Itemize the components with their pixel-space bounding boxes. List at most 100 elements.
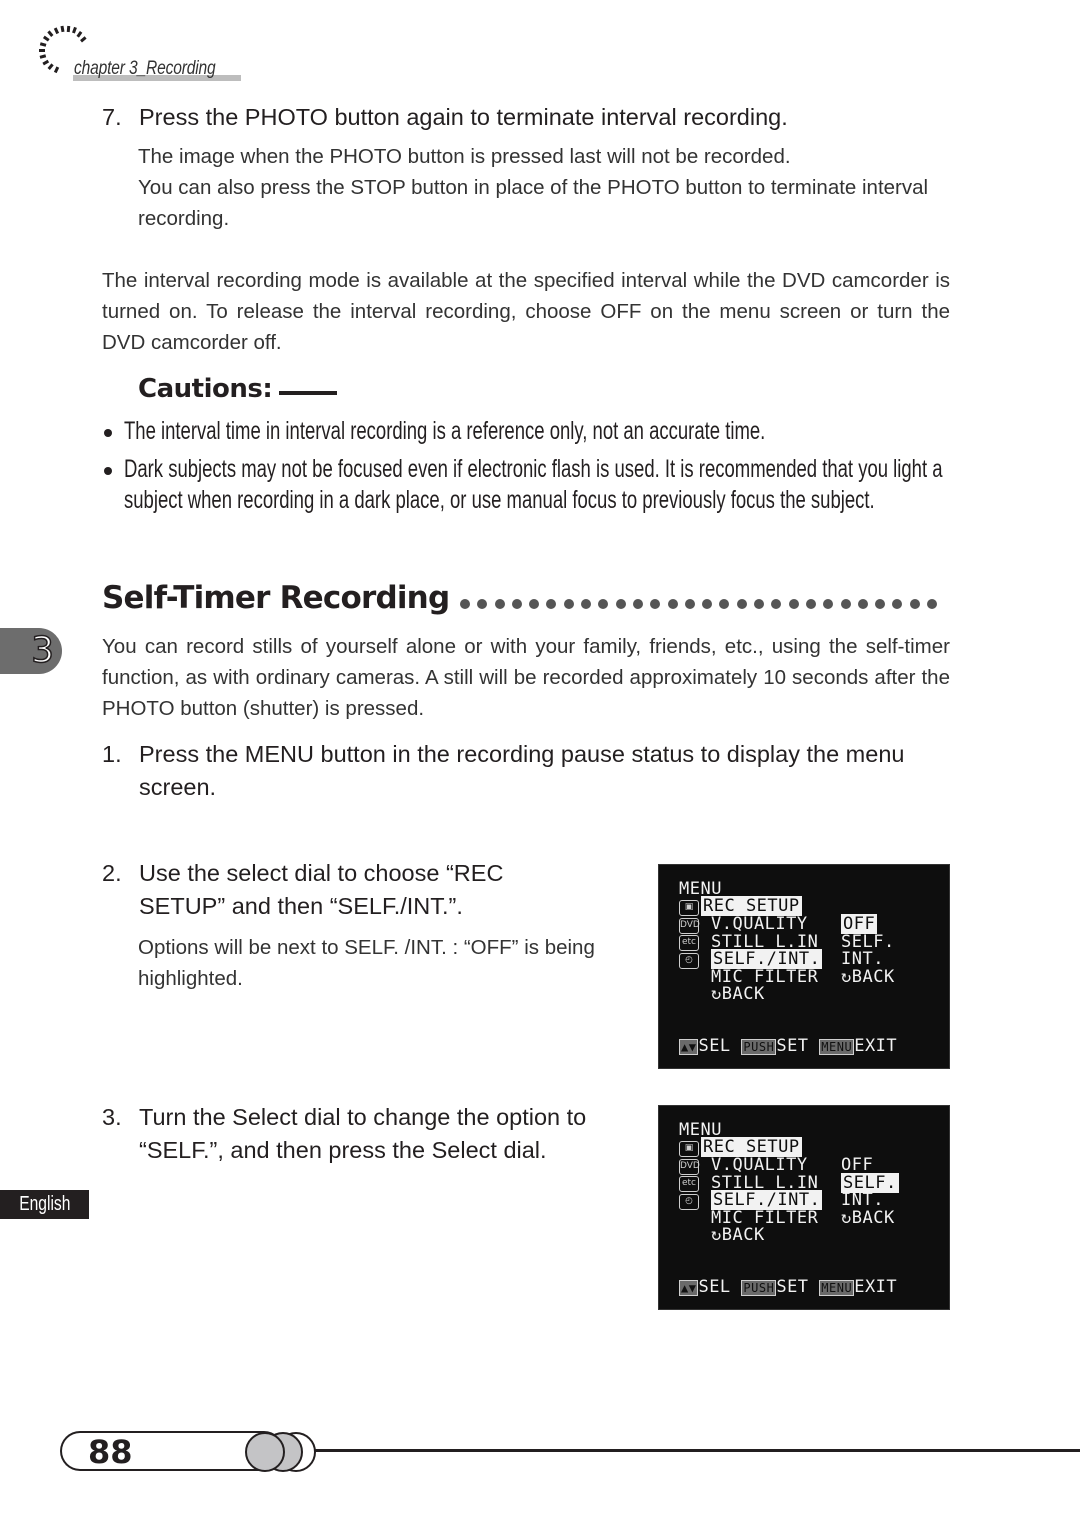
menu-item-label: ↻BACK xyxy=(711,1225,765,1246)
bullet-icon xyxy=(104,467,112,475)
menu-footer: ▲▼ SEL PUSH SET MENU EXIT xyxy=(679,1036,897,1057)
leader-dot xyxy=(598,599,609,609)
menu-option-label: ↻BACK xyxy=(841,1207,895,1228)
leader-dot xyxy=(875,599,886,609)
leader-dot xyxy=(719,599,730,609)
leader-dot xyxy=(840,599,851,609)
menu-item: ↻BACK xyxy=(711,986,765,1004)
dvd-icon: DVD xyxy=(679,917,700,934)
camera-icon: ▣ xyxy=(679,900,699,916)
step-1-heading: 1. Press the MENU button in the recordin… xyxy=(102,738,950,804)
menu-option: ↻BACK xyxy=(841,966,895,987)
leader-dot xyxy=(857,599,868,609)
chapter-label: chapter 3_Recording xyxy=(74,58,216,79)
step-3-heading: 3. Turn the Select dial to change the op… xyxy=(102,1101,632,1167)
leader-dot xyxy=(927,599,938,609)
menu-category: REC SETUP xyxy=(701,1137,802,1157)
menu-key-icon: MENU xyxy=(819,1280,855,1296)
clock-icon: ◴ xyxy=(679,1193,699,1210)
menu-option: OFF xyxy=(841,1155,874,1175)
leader-dot xyxy=(909,599,920,609)
push-key-icon: PUSH xyxy=(741,1280,777,1296)
step-heading-text: Use the select dial to choose “REC SETUP… xyxy=(139,860,504,919)
footer-circle-decoration xyxy=(245,1432,285,1472)
sel-label: SEL xyxy=(698,1036,731,1056)
leader-dot xyxy=(684,599,695,609)
section-title: Self-Timer Recording xyxy=(102,580,450,616)
leader-dot xyxy=(805,599,816,609)
menu-category-label: REC SETUP xyxy=(701,896,802,916)
caution-item: The interval time in interval recording … xyxy=(124,417,766,445)
caution-item-continued: subject when recording in a dark place, … xyxy=(124,486,875,514)
menu-screen-1: MENU ▣ DVD etc ◴ REC SETUP V.QUALITY STILL L.IN… xyxy=(658,864,950,1069)
menu-category-label: REC SETUP xyxy=(701,1137,802,1157)
leader-dot xyxy=(650,599,661,609)
step-7-heading: 7. Press the PHOTO button again to termi… xyxy=(102,101,962,134)
leader-dot xyxy=(494,599,505,609)
set-label: SET xyxy=(776,1277,809,1297)
up-down-key-icon: ▲▼ xyxy=(679,1039,699,1055)
leader-dot xyxy=(563,599,574,609)
menu-item: ↻BACK xyxy=(711,1227,765,1245)
step-heading-text: Press the PHOTO button again to terminat… xyxy=(139,104,788,130)
menu-item-label: ↻BACK xyxy=(711,984,765,1005)
step-number: 3. xyxy=(102,1104,122,1130)
leader-dot xyxy=(511,599,522,609)
step-number: 7. xyxy=(102,104,122,130)
leader-dot xyxy=(529,599,540,609)
footer-rule xyxy=(282,1449,1080,1452)
menu-option-label: ↻BACK xyxy=(841,966,895,987)
caution-item: Dark subjects may not be focused even if… xyxy=(124,455,943,483)
leader-dot xyxy=(667,599,678,609)
menu-screen-2: MENU ▣ DVD etc ◴ REC SETUP V.QUALITY STILL L.IN… xyxy=(658,1105,950,1310)
step-2-heading: 2. Use the select dial to choose “REC SE… xyxy=(102,857,632,923)
leader-dot xyxy=(754,599,765,609)
section-intro: You can record stills of yourself alone … xyxy=(102,635,950,720)
etc-icon: etc xyxy=(679,935,699,952)
clock-icon: ◴ xyxy=(679,952,699,969)
step-7-note-2: You can also press the STOP button in pl… xyxy=(138,176,929,230)
leader-dot xyxy=(581,599,592,609)
set-label: SET xyxy=(776,1036,809,1056)
chapter-tab-number: 3 xyxy=(30,629,54,672)
page-number: 88 xyxy=(88,1433,133,1471)
menu-category: REC SETUP xyxy=(701,896,802,916)
bullet-icon xyxy=(104,429,112,437)
leader-dot xyxy=(702,599,713,609)
leader-dot xyxy=(736,599,747,609)
leader-dot xyxy=(788,599,799,609)
leader-dot xyxy=(892,599,903,609)
step-number: 1. xyxy=(102,741,122,767)
leader-dot xyxy=(632,599,643,609)
dvd-icon: DVD xyxy=(679,1158,700,1175)
exit-label: EXIT xyxy=(854,1277,898,1297)
menu-key-icon: MENU xyxy=(819,1039,855,1055)
leader-dot xyxy=(823,599,834,609)
push-key-icon: PUSH xyxy=(741,1039,777,1055)
leader-dot xyxy=(771,599,782,609)
interval-note-paragraph: The interval recording mode is available… xyxy=(102,269,950,354)
chapter-tab: 3 xyxy=(0,628,62,674)
camera-icon: ▣ xyxy=(679,1141,699,1157)
leader-dot xyxy=(460,599,470,609)
title-dot-leader xyxy=(460,596,952,609)
leader-dot xyxy=(546,599,557,609)
step-7-note-1: The image when the PHOTO button is press… xyxy=(138,145,791,168)
leader-dot xyxy=(477,599,488,609)
cautions-title: Cautions: xyxy=(138,374,273,404)
up-down-key-icon: ▲▼ xyxy=(679,1280,699,1296)
leader-dot xyxy=(615,599,626,609)
step-2-note: Options will be next to SELF. /INT. : “O… xyxy=(138,936,595,990)
cautions-rule xyxy=(279,391,337,395)
language-tab-label: English xyxy=(18,1193,71,1215)
step-heading-text: Turn the Select dial to change the optio… xyxy=(139,1104,587,1163)
menu-footer: ▲▼ SEL PUSH SET MENU EXIT xyxy=(679,1277,898,1298)
menu-option: ↻BACK xyxy=(841,1207,895,1228)
step-number: 2. xyxy=(102,860,122,886)
step-heading-text: Press the MENU button in the recording p… xyxy=(139,741,905,800)
menu-option-label: OFF xyxy=(841,1155,874,1175)
sel-label: SEL xyxy=(698,1277,731,1297)
